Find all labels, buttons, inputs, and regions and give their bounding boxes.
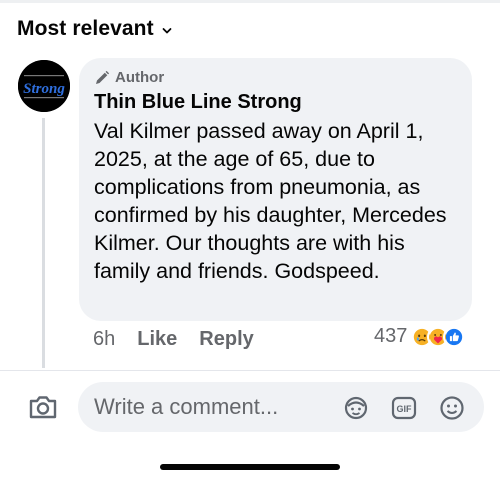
comment-bubble[interactable]: Author Thin Blue Line Strong Val Kilmer … bbox=[79, 58, 472, 321]
camera-icon[interactable] bbox=[26, 390, 60, 424]
sort-label: Most relevant bbox=[17, 17, 154, 40]
composer-divider bbox=[0, 370, 500, 371]
reply-button[interactable]: Reply bbox=[199, 328, 253, 351]
comment-input[interactable]: Write a comment... GIF bbox=[78, 382, 484, 432]
comment-input-placeholder: Write a comment... bbox=[94, 394, 279, 419]
reaction-summary[interactable]: 437 bbox=[374, 325, 466, 348]
pencil-icon bbox=[96, 70, 110, 84]
author-badge-label: Author bbox=[115, 69, 165, 86]
commenter-name[interactable]: Thin Blue Line Strong bbox=[94, 91, 302, 114]
avatar[interactable]: Strong bbox=[18, 60, 70, 112]
reaction-count: 437 bbox=[374, 325, 408, 347]
thread-line bbox=[42, 118, 45, 368]
sort-dropdown[interactable]: Most relevant bbox=[17, 17, 172, 41]
svg-text:GIF: GIF bbox=[397, 404, 413, 414]
like-reaction-icon bbox=[443, 325, 466, 348]
comment-text: Val Kilmer passed away on April 1, 2025,… bbox=[94, 119, 447, 283]
like-button[interactable]: Like bbox=[137, 328, 177, 351]
comment-timestamp[interactable]: 6h bbox=[93, 328, 115, 351]
chevron-down-icon bbox=[162, 27, 172, 33]
emoji-icon[interactable] bbox=[438, 395, 466, 421]
gif-icon[interactable]: GIF bbox=[390, 395, 418, 421]
top-divider bbox=[0, 0, 500, 3]
avatar-sticker-icon[interactable] bbox=[342, 395, 370, 421]
avatar-text: Strong bbox=[23, 81, 65, 97]
comment-actions: 6h Like Reply bbox=[93, 328, 254, 351]
author-badge: Author bbox=[94, 69, 164, 86]
home-indicator bbox=[160, 464, 340, 470]
avatar-logo: Strong bbox=[18, 60, 70, 112]
